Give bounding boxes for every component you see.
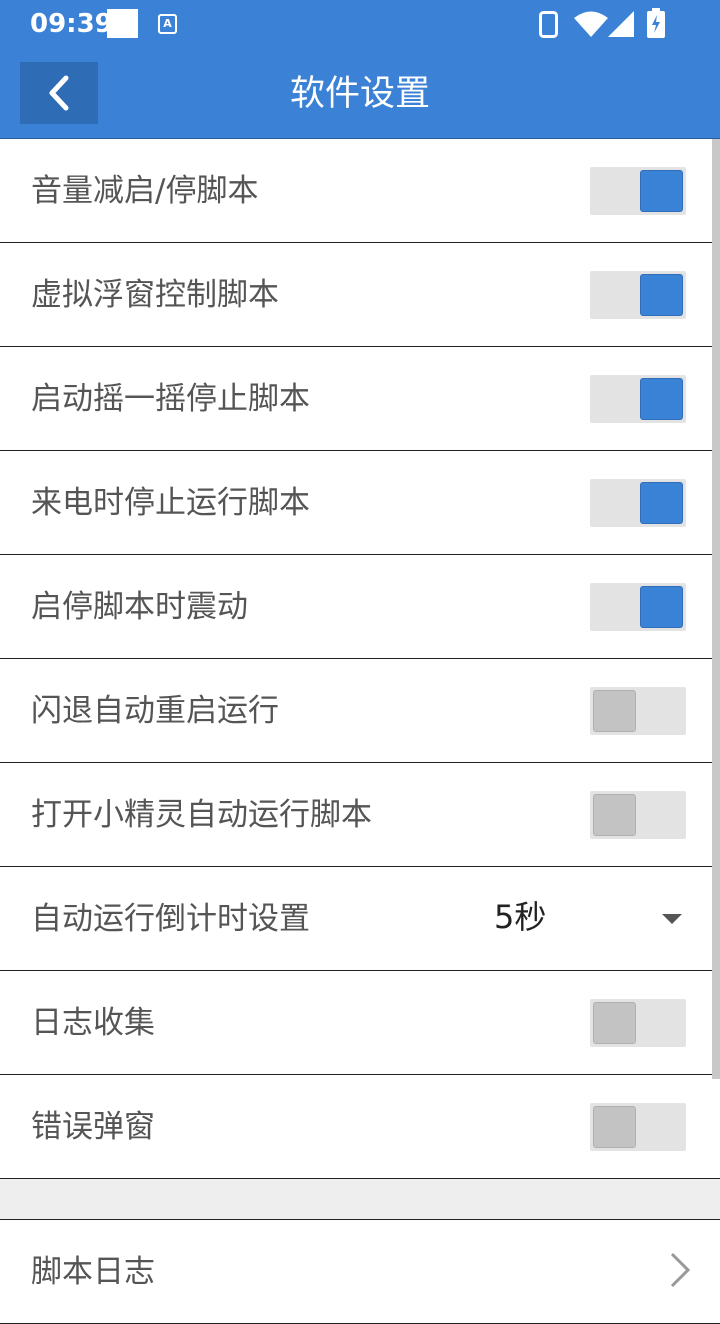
toggle-knob [593, 794, 636, 836]
setting-label: 来电时停止运行脚本 [31, 485, 310, 521]
setting-error-popup[interactable]: 错误弹窗 [0, 1075, 720, 1179]
phone-icon [539, 11, 558, 38]
setting-log-collection[interactable]: 日志收集 [0, 971, 720, 1075]
setting-label: 虚拟浮窗控制脚本 [31, 277, 279, 313]
toggle-switch[interactable] [590, 1103, 686, 1151]
setting-auto-run-on-open[interactable]: 打开小精灵自动运行脚本 [0, 763, 720, 867]
nav-item-label: 脚本日志 [31, 1254, 155, 1290]
toggle-knob [640, 170, 683, 212]
signal-icon [608, 11, 634, 37]
setting-stop-on-call[interactable]: 来电时停止运行脚本 [0, 451, 720, 555]
toggle-knob [640, 482, 683, 524]
toggle-switch[interactable] [590, 479, 686, 527]
scrollbar[interactable] [712, 139, 720, 1079]
settings-list: 音量减启/停脚本 虚拟浮窗控制脚本 启动摇一摇停止脚本 来电时停止运行脚本 启停… [0, 139, 720, 1324]
setting-countdown-dropdown[interactable]: 自动运行倒计时设置 5秒 [0, 867, 720, 971]
wifi-icon [574, 11, 608, 37]
setting-volume-down-toggle-script[interactable]: 音量减启/停脚本 [0, 139, 720, 243]
status-time: 09:39 [30, 9, 113, 39]
keyboard-indicator-icon: A [158, 14, 177, 34]
toggle-knob [640, 586, 683, 628]
chevron-left-icon [49, 75, 69, 111]
nav-item-script-log[interactable]: 脚本日志 [0, 1220, 720, 1324]
toggle-knob [640, 274, 683, 316]
toggle-switch[interactable] [590, 271, 686, 319]
setting-label: 闪退自动重启运行 [31, 693, 279, 729]
dropdown-selected-value[interactable]: 5秒 [494, 867, 546, 967]
toggle-knob [640, 378, 683, 420]
caret-down-icon[interactable] [662, 914, 682, 924]
status-bar: 09:39 A [0, 0, 720, 48]
toggle-knob [593, 1002, 636, 1044]
section-divider [0, 1179, 720, 1220]
setting-label: 启动摇一摇停止脚本 [31, 381, 310, 417]
toggle-switch[interactable] [590, 999, 686, 1047]
toggle-knob [593, 1106, 636, 1148]
toggle-switch[interactable] [590, 583, 686, 631]
toggle-switch[interactable] [590, 791, 686, 839]
setting-label: 日志收集 [31, 1005, 155, 1041]
setting-shake-to-stop[interactable]: 启动摇一摇停止脚本 [0, 347, 720, 451]
setting-label: 启停脚本时震动 [31, 589, 248, 625]
setting-label: 打开小精灵自动运行脚本 [31, 797, 372, 833]
setting-floating-window-control[interactable]: 虚拟浮窗控制脚本 [0, 243, 720, 347]
setting-label: 错误弹窗 [31, 1109, 155, 1145]
notification-square-icon [107, 9, 138, 38]
back-button[interactable] [20, 62, 98, 124]
toggle-switch[interactable] [590, 375, 686, 423]
chevron-right-icon [670, 1252, 691, 1288]
page-title: 软件设置 [289, 74, 430, 114]
toggle-switch[interactable] [590, 687, 686, 735]
setting-auto-restart-on-crash[interactable]: 闪退自动重启运行 [0, 659, 720, 763]
setting-vibrate-on-start-stop[interactable]: 启停脚本时震动 [0, 555, 720, 659]
app-bar: 软件设置 [0, 48, 720, 139]
toggle-knob [593, 690, 636, 732]
battery-charging-icon [647, 8, 665, 38]
setting-label: 自动运行倒计时设置 [31, 901, 310, 937]
toggle-switch[interactable] [590, 167, 686, 215]
setting-label: 音量减启/停脚本 [31, 173, 259, 209]
